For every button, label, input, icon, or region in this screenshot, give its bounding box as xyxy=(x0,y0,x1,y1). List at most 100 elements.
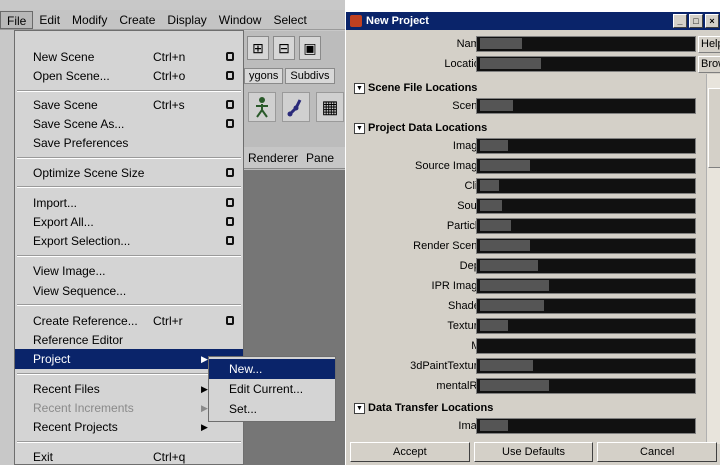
sound-row: Sound xyxy=(346,198,720,216)
option-box-icon[interactable] xyxy=(226,316,234,325)
name-row: Name: xyxy=(346,36,720,54)
sound-field[interactable] xyxy=(476,198,696,214)
option-box-icon[interactable] xyxy=(226,52,234,61)
option-box-icon[interactable] xyxy=(226,198,234,207)
submenu-item-new[interactable]: New... xyxy=(209,359,335,379)
menu-item-exit[interactable]: Exit Ctrl+q xyxy=(15,447,243,465)
menu-item-optimize-scene-size[interactable]: Optimize Scene Size xyxy=(15,163,243,183)
select-hierarchy-icon[interactable]: ⊞ xyxy=(247,36,269,60)
particles-field[interactable] xyxy=(476,218,696,234)
status-line-tools: ⊞ ⊟ ▣ xyxy=(247,36,321,60)
shaders-field[interactable] xyxy=(476,298,696,314)
use-defaults-button[interactable]: Use Defaults xyxy=(473,442,594,462)
scenes-field[interactable] xyxy=(476,98,696,114)
submenu-arrow-icon: ▶ xyxy=(201,403,208,413)
clips-field[interactable] xyxy=(476,178,696,194)
submenu-arrow-icon: ▶ xyxy=(201,422,208,432)
render-scenes-field[interactable] xyxy=(476,238,696,254)
option-box-icon[interactable] xyxy=(226,71,234,80)
shelf-tool-icon[interactable]: ▦ xyxy=(316,92,344,122)
option-box-icon[interactable] xyxy=(226,119,234,128)
depth-row: Depth xyxy=(346,258,720,276)
mentalray-row: mentalRay xyxy=(346,378,720,396)
maximize-icon[interactable]: □ xyxy=(689,14,703,28)
mentalray-field[interactable] xyxy=(476,378,696,394)
source-images-row: Source Images xyxy=(346,158,720,176)
submenu-arrow-icon: ▶ xyxy=(201,384,208,394)
menu-display[interactable]: Display xyxy=(161,11,212,29)
ik-joint-icon[interactable] xyxy=(282,92,310,122)
menu-modify[interactable]: Modify xyxy=(66,11,113,29)
menu-item-save-preferences[interactable]: Save Preferences xyxy=(15,133,243,153)
section-project-data-locations[interactable]: ▼ Project Data Locations xyxy=(352,120,702,137)
collapse-arrow-icon[interactable]: ▼ xyxy=(354,123,365,134)
option-box-icon[interactable] xyxy=(226,236,234,245)
option-box-icon[interactable] xyxy=(226,168,234,177)
close-icon[interactable]: × xyxy=(705,14,719,28)
menu-divider xyxy=(17,441,241,443)
cancel-button[interactable]: Cancel xyxy=(597,442,718,462)
project-submenu: New... Edit Current... Set... xyxy=(208,356,336,422)
3dpainttextures-field[interactable] xyxy=(476,358,696,374)
menu-item-reference-editor[interactable]: Reference Editor xyxy=(15,330,243,350)
scenes-row: Scenes xyxy=(346,98,720,116)
menu-item-view-sequence[interactable]: View Sequence... xyxy=(15,281,243,301)
option-box-icon[interactable] xyxy=(226,217,234,226)
textures-row: Textures xyxy=(346,318,720,336)
menu-item-view-image[interactable]: View Image... xyxy=(15,261,243,281)
maya-window: File Edit Modify Create Display Window S… xyxy=(0,0,345,465)
menu-divider xyxy=(17,304,241,306)
textures-field[interactable] xyxy=(476,318,696,334)
section-scene-file-locations[interactable]: ▼ Scene File Locations xyxy=(352,80,702,97)
submenu-item-edit-current[interactable]: Edit Current... xyxy=(209,379,335,399)
location-row: Location: xyxy=(346,56,720,74)
mel-field[interactable] xyxy=(476,338,696,354)
image-row: Image xyxy=(346,418,720,436)
source-images-field[interactable] xyxy=(476,158,696,174)
menu-divider xyxy=(17,157,241,159)
menu-item-new-scene[interactable]: New Scene Ctrl+n xyxy=(15,47,243,67)
menu-item-open-scene[interactable]: Open Scene... Ctrl+o xyxy=(15,66,243,86)
name-field[interactable] xyxy=(476,36,696,52)
collapse-arrow-icon[interactable]: ▼ xyxy=(354,403,365,414)
menu-file[interactable]: File xyxy=(0,10,34,29)
menu-item-create-reference[interactable]: Create Reference... Ctrl+r xyxy=(15,311,243,331)
location-field[interactable] xyxy=(476,56,696,72)
images-field[interactable] xyxy=(476,138,696,154)
help-button[interactable]: Help xyxy=(698,36,720,53)
menu-edit[interactable]: Edit xyxy=(33,11,66,29)
menu-create[interactable]: Create xyxy=(113,11,161,29)
menu-item-save-scene-as[interactable]: Save Scene As... xyxy=(15,114,243,134)
tab-subdivs[interactable]: Subdivs xyxy=(285,68,335,84)
menu-item-import[interactable]: Import... xyxy=(15,193,243,213)
menu-bar: File Edit Modify Create Display Window S… xyxy=(0,10,345,30)
window-controls: _ □ × xyxy=(673,14,719,28)
menu-divider xyxy=(17,255,241,257)
menu-item-save-scene[interactable]: Save Scene Ctrl+s xyxy=(15,95,243,115)
browse-button[interactable]: Brow xyxy=(698,56,720,73)
tab-polygons[interactable]: ygons xyxy=(244,68,284,84)
character-icon[interactable] xyxy=(248,92,276,122)
panel-menu-panels[interactable]: Pane xyxy=(306,151,334,165)
select-object-icon[interactable]: ⊟ xyxy=(273,36,295,60)
minimize-icon[interactable]: _ xyxy=(673,14,687,28)
dialog-button-row: Accept Use Defaults Cancel xyxy=(346,440,720,465)
collapse-arrow-icon[interactable]: ▼ xyxy=(354,83,365,94)
menu-window[interactable]: Window xyxy=(213,11,268,29)
maya-app-icon xyxy=(350,15,362,27)
ipr-images-field[interactable] xyxy=(476,278,696,294)
scrollbar-thumb[interactable] xyxy=(708,88,720,168)
render-scenes-row: Render Scenes xyxy=(346,238,720,256)
image-field[interactable] xyxy=(476,418,696,434)
option-box-icon[interactable] xyxy=(226,100,234,109)
menu-select[interactable]: Select xyxy=(267,11,312,29)
select-component-icon[interactable]: ▣ xyxy=(299,36,321,60)
section-data-transfer-locations[interactable]: ▼ Data Transfer Locations xyxy=(352,400,702,417)
submenu-item-set[interactable]: Set... xyxy=(209,399,335,419)
menu-item-export-selection[interactable]: Export Selection... xyxy=(15,231,243,251)
vertical-scrollbar[interactable] xyxy=(706,74,720,444)
menu-item-export-all[interactable]: Export All... xyxy=(15,212,243,232)
accept-button[interactable]: Accept xyxy=(350,442,470,462)
depth-field[interactable] xyxy=(476,258,696,274)
panel-menu-renderer[interactable]: Renderer xyxy=(248,151,298,165)
